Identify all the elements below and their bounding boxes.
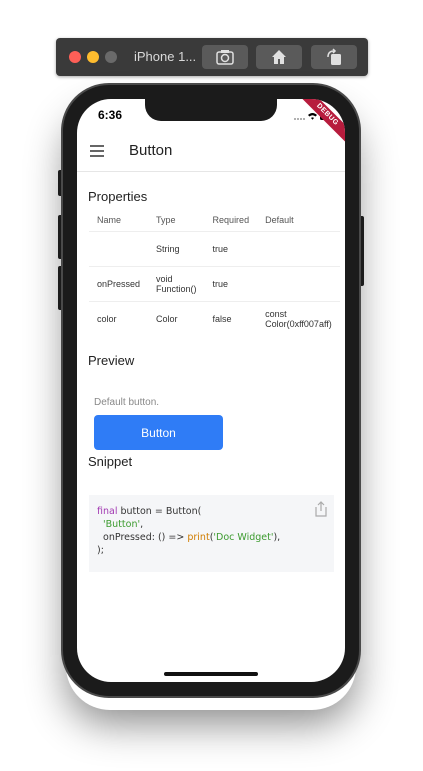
code-line: 'Button', — [103, 519, 144, 530]
cell-type: void Function() — [148, 266, 205, 302]
column-header-type: Type — [156, 215, 176, 225]
page-title: Button — [129, 142, 173, 159]
preview-description: Default button. — [94, 397, 160, 408]
cell-name: color — [89, 301, 149, 336]
screenshot-button[interactable] — [202, 45, 248, 69]
simulator-titlebar: iPhone 1... — [56, 38, 368, 76]
cell-name — [89, 231, 149, 267]
column-header-required: Required — [212, 215, 250, 225]
rotate-icon — [327, 48, 341, 65]
rotate-button[interactable] — [311, 45, 357, 69]
preview-title: Preview — [88, 353, 135, 368]
cell-required: false — [204, 301, 258, 336]
zoom-window-button[interactable] — [105, 51, 117, 63]
close-window-button[interactable] — [69, 51, 81, 63]
device-screen: 6:36 DEBUG Button Properties Name Type R… — [77, 99, 345, 682]
cell-name: onPressed — [89, 266, 149, 302]
simulator-title: iPhone 1... — [134, 49, 197, 64]
signal-icon — [294, 118, 305, 120]
properties-table: Name Type Required Default String true o… — [89, 209, 340, 336]
snippet-title: Snippet — [88, 454, 133, 469]
table-row: String true — [89, 231, 340, 267]
cell-type: String — [148, 231, 205, 267]
share-icon[interactable] — [314, 501, 328, 517]
code-line: ); — [97, 545, 104, 556]
status-time: 6:36 — [98, 108, 123, 122]
preview-button[interactable]: Button — [94, 415, 223, 450]
code-line: onPressed: () => print('Doc Widget'), — [103, 532, 281, 543]
code-line: final button = Button( — [97, 506, 202, 517]
cell-type: Color — [148, 301, 205, 336]
cell-required: true — [204, 231, 258, 267]
app-bar: Button — [77, 131, 345, 172]
home-button[interactable] — [256, 45, 302, 69]
home-indicator[interactable] — [164, 672, 258, 676]
cell-default — [257, 231, 340, 267]
column-header-name: Name — [97, 215, 122, 225]
screenshot-icon — [216, 50, 234, 65]
home-icon — [272, 50, 286, 64]
code-snippet: final button = Button( 'Button', onPress… — [89, 495, 334, 572]
cell-required: true — [204, 266, 258, 302]
cell-default: const Color(0xff007aff) — [257, 301, 340, 336]
menu-icon[interactable] — [90, 145, 104, 157]
notch — [145, 99, 277, 121]
column-header-default: Default — [265, 215, 294, 225]
properties-title: Properties — [88, 189, 148, 204]
wifi-icon — [308, 113, 317, 120]
table-row: color Color false const Color(0xff007aff… — [89, 301, 340, 336]
code-block: final button = Button( 'Button', onPress… — [97, 505, 280, 557]
cell-default — [257, 266, 340, 302]
table-row: onPressed void Function() true — [89, 266, 340, 302]
minimize-window-button[interactable] — [87, 51, 99, 63]
table-header-row: Name Type Required Default — [89, 209, 340, 232]
